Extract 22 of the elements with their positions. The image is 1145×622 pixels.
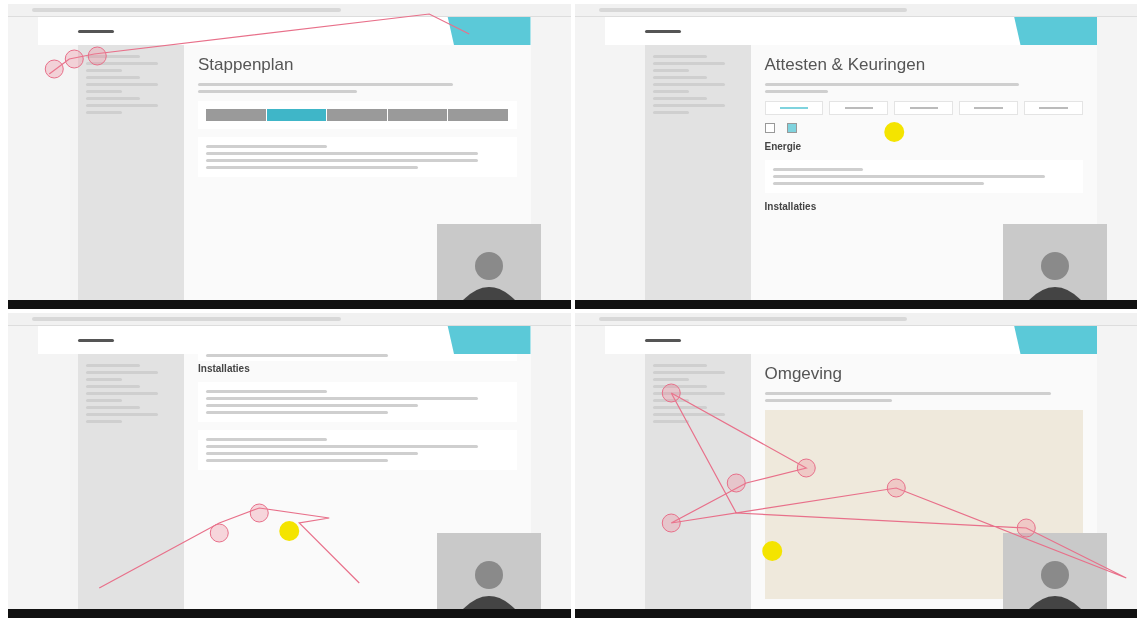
tab[interactable] [894, 101, 954, 115]
step-segment[interactable] [327, 109, 387, 121]
step-segment[interactable] [266, 109, 326, 121]
gaze-point-drawing [279, 521, 300, 541]
checkbox[interactable] [786, 123, 797, 133]
step-segment[interactable] [206, 109, 266, 121]
page-title: Attesten & Keuringen [764, 55, 927, 75]
gaze-point-drawing [883, 122, 904, 142]
checkbox[interactable] [764, 123, 775, 133]
section-heading: Installaties [764, 201, 818, 212]
tab[interactable] [959, 101, 1019, 115]
blurred-text-drawing [86, 55, 158, 114]
page-title: Omgeving [764, 364, 843, 384]
section-heading: Installaties [198, 363, 251, 374]
section-heading: Energie [764, 141, 803, 152]
step-segment[interactable] [448, 109, 508, 121]
tab[interactable] [764, 101, 824, 115]
page-title: Stappenplan [198, 55, 295, 75]
tab[interactable] [829, 101, 889, 115]
gaze-point-drawing [761, 541, 782, 561]
step-segment[interactable] [387, 109, 447, 121]
tab[interactable] [1024, 101, 1084, 115]
